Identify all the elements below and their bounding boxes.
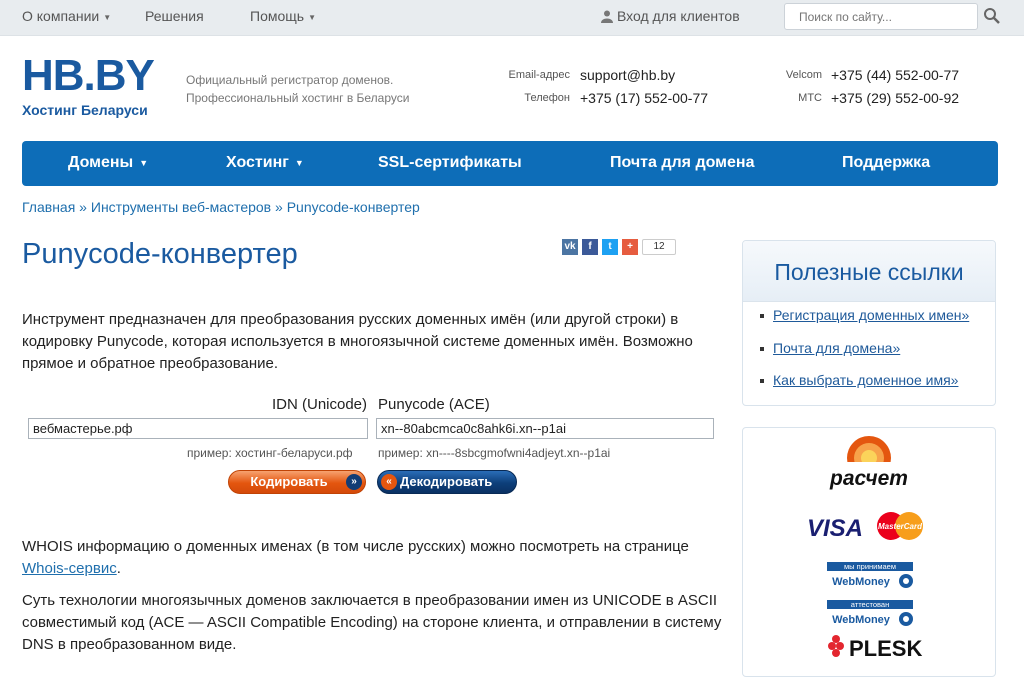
idn-example: пример: хостинг-беларуси.рф [187, 446, 353, 460]
sidebar-link-mail[interactable]: Почта для домена» [760, 340, 900, 356]
tagline-line-1: Официальный регистратор доменов. [186, 73, 394, 87]
wm-accept-bottom: WebMoney [832, 576, 891, 588]
visa-text: VISA [807, 515, 863, 542]
sidebar-link-mail-label[interactable]: Почта для домена» [773, 340, 900, 356]
intro-text: Инструмент предназначен для преобразован… [22, 311, 693, 372]
whois-link[interactable]: Whois-сервис [22, 560, 117, 577]
breadcrumb-tools[interactable]: Инструменты веб-мастеров [91, 199, 271, 215]
sidebar-link-registration[interactable]: Регистрация доменных имен» [760, 307, 969, 323]
mts-value: +375 (29) 552-00-92 [831, 90, 960, 106]
double-chevron-right-icon: » [346, 474, 362, 490]
chevron-down-icon: ▼ [294, 157, 304, 168]
login-label: Вход для клиентов [617, 8, 740, 24]
nav-mail[interactable]: Почта для домена [610, 154, 754, 172]
useful-links-title: Полезные ссылки [743, 241, 995, 302]
velcom-value: +375 (44) 552-00-77 [831, 67, 960, 83]
tagline-line-2: Профессиональный хостинг в Беларуси [186, 91, 410, 105]
page-title: Punycode-конвертер [22, 238, 298, 270]
mastercard-text: MasterCard [878, 522, 923, 531]
payment-logos: расчет VISA MasterCard мы принимаем WebM… [807, 436, 923, 661]
tech-paragraph: Суть технологии многоязычных доменов зак… [22, 592, 722, 653]
nav-support[interactable]: Поддержка [842, 154, 930, 172]
bullet-icon [760, 314, 764, 319]
nav-domains[interactable]: Домены ▼ [68, 154, 148, 172]
double-chevron-left-icon: « [381, 474, 397, 490]
plesk-text: PLESK [849, 636, 922, 661]
breadcrumb-home[interactable]: Главная [22, 199, 75, 215]
search-icon[interactable] [983, 7, 1001, 25]
top-bar: О компании ▼ Решения Помощь ▼ Вход для кли… [0, 0, 1024, 36]
visa-mastercard-logo: VISA MasterCard [807, 512, 923, 542]
useful-links-box: Полезные ссылки Регистрация доменных име… [742, 240, 996, 406]
phone-label: Телефон [524, 92, 570, 104]
chevron-down-icon: ▼ [308, 12, 316, 22]
whois-text: WHOIS информацию о доменных именах (в то… [22, 538, 689, 555]
topnav-about[interactable]: О компании ▼ [22, 8, 111, 24]
nav-hosting[interactable]: Хостинг ▼ [226, 154, 304, 172]
bullet-icon [760, 347, 764, 352]
nav-domains-label: Домены [68, 154, 134, 171]
punycode-input[interactable] [376, 418, 714, 439]
breadcrumb-current[interactable]: Punycode-конвертер [287, 199, 420, 215]
idn-input[interactable] [28, 418, 368, 439]
decode-label: Декодировать [400, 474, 493, 489]
email-value[interactable]: support@hb.by [580, 67, 675, 83]
email-label: Email-адрес [508, 69, 570, 81]
whois-dot: . [116, 560, 121, 577]
wm-cert-top: аттестован [851, 600, 889, 609]
idn-label: IDN (Unicode) [272, 396, 368, 413]
login-link[interactable]: Вход для клиентов [601, 8, 740, 24]
phone-value: +375 (17) 552-00-77 [580, 90, 709, 106]
sidebar-link-choose-domain[interactable]: Как выбрать доменное имя» [760, 372, 958, 388]
user-icon [601, 10, 613, 23]
search-input[interactable] [784, 3, 978, 30]
sidebar-link-choose-domain-label[interactable]: Как выбрать доменное имя» [773, 372, 958, 388]
wm-accept-top: мы принимаем [844, 562, 896, 571]
webmoney-accept-logo: мы принимаем WebMoney [827, 562, 913, 588]
logo-subtitle: Хостинг Беларуси [22, 102, 148, 118]
share-count: 12 [642, 239, 676, 255]
bullet-icon [760, 379, 764, 384]
breadcrumb: Главная » Инструменты веб-мастеров » Pun… [22, 199, 420, 215]
main-nav: Домены ▼ Хостинг ▼ SSL-сертификаты Почта д… [22, 141, 998, 186]
topnav-about-label: О компании [22, 8, 100, 24]
raschet-logo: расчет [829, 436, 909, 490]
decode-button[interactable]: «Декодировать [377, 470, 517, 494]
encode-label: Кодировать [250, 474, 328, 489]
tagline: Официальный регистратор доменов. Професс… [186, 71, 409, 107]
topnav-solutions[interactable]: Решения [145, 8, 204, 24]
nav-hosting-label: Хостинг [226, 154, 289, 171]
plus-icon[interactable]: + [622, 239, 638, 255]
payment-logos-box: расчет VISA MasterCard мы принимаем WebM… [742, 427, 996, 677]
wm-cert-bottom: WebMoney [832, 614, 891, 626]
velcom-label: Velcom [785, 69, 822, 81]
mts-label: МТС [798, 92, 822, 104]
logo[interactable]: HB.BY Хостинг Беларуси [22, 51, 155, 119]
webmoney-certified-logo: аттестован WebMoney [827, 600, 913, 626]
facebook-icon[interactable]: f [582, 239, 598, 255]
chevron-down-icon: ▼ [139, 157, 149, 168]
sidebar-link-registration-label[interactable]: Регистрация доменных имен» [773, 307, 969, 323]
encode-button[interactable]: Кодировать » [228, 470, 366, 494]
topnav-help[interactable]: Помощь ▼ [250, 8, 316, 24]
logo-main-text: HB.BY [22, 51, 155, 100]
twitter-icon[interactable]: t [602, 239, 618, 255]
raschet-text: расчет [829, 467, 908, 490]
whois-paragraph: WHOIS информацию о доменных именах (в то… [22, 536, 722, 580]
chevron-down-icon: ▼ [103, 12, 112, 22]
nav-ssl[interactable]: SSL-сертификаты [378, 154, 522, 172]
vk-icon[interactable]: vk [562, 239, 578, 255]
punycode-label: Punycode (ACE) [378, 396, 490, 413]
punycode-example: пример: xn----8sbcgmofwni4adjeyt.xn--p1a… [378, 446, 611, 460]
topnav-help-label: Помощь [250, 8, 305, 24]
plesk-logo: PLESK [828, 635, 922, 661]
